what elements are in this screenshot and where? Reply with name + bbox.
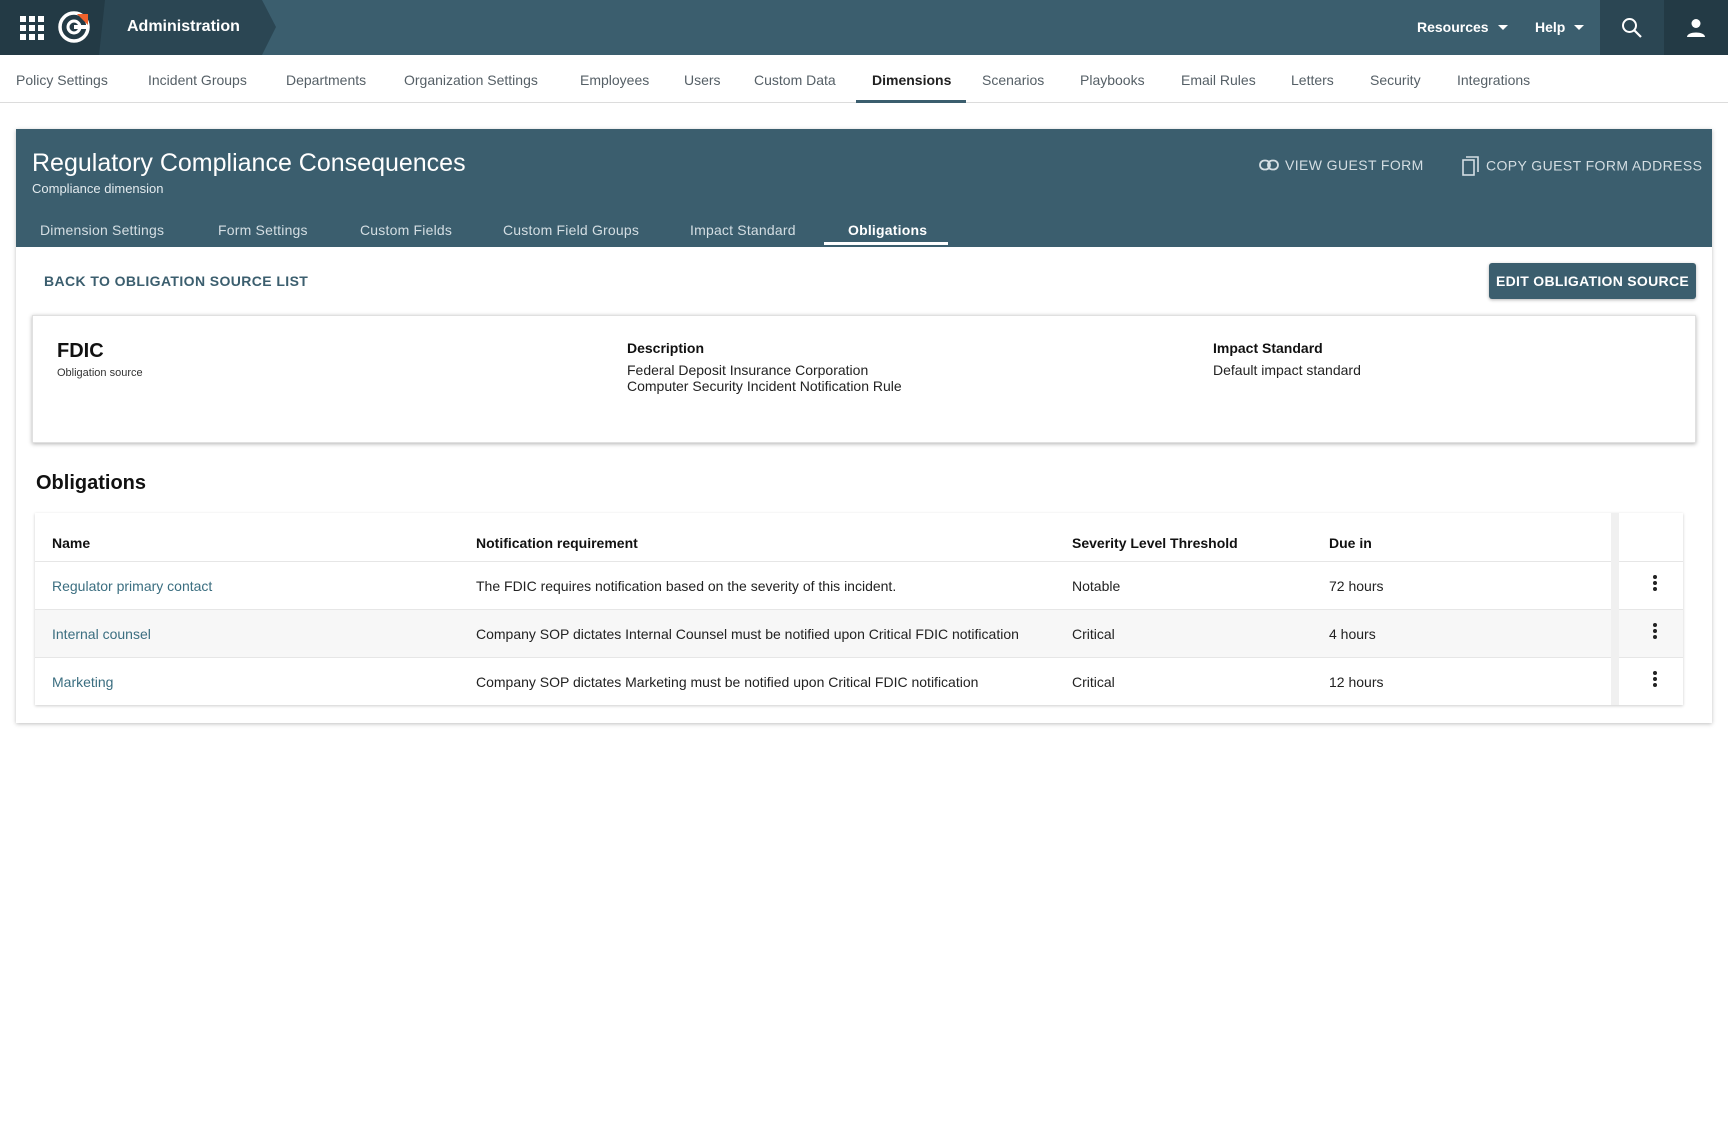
person-icon	[1687, 19, 1705, 37]
impact-standard-label: Impact Standard	[1213, 340, 1323, 356]
source-type: Obligation source	[57, 367, 143, 379]
help-menu[interactable]: Help	[1535, 19, 1585, 35]
view-guest-form-label: VIEW GUEST FORM	[1285, 157, 1424, 173]
company-logo-icon[interactable]	[57, 10, 91, 44]
admin-nav: Policy Settings Incident Groups Departme…	[0, 55, 1728, 103]
tab-impact-standard[interactable]: Impact Standard	[690, 222, 796, 238]
source-name: FDIC	[57, 340, 104, 362]
nav-policy-settings[interactable]: Policy Settings	[16, 72, 108, 88]
chevron-down-icon	[1574, 24, 1585, 30]
more-vert-icon[interactable]	[1643, 621, 1667, 645]
due-in: 4 hours	[1329, 626, 1376, 642]
nav-incident-groups[interactable]: Incident Groups	[148, 72, 247, 88]
help-menu-label: Help	[1535, 19, 1566, 35]
tab-form-settings[interactable]: Form Settings	[218, 222, 308, 238]
description-label: Description	[627, 340, 705, 356]
table-row: Marketing Company SOP dictates Marketing…	[35, 657, 1683, 705]
app-title: Administration	[127, 18, 240, 35]
nav-scenarios[interactable]: Scenarios	[982, 72, 1044, 88]
description-line-1: Federal Deposit Insurance Corporation	[627, 362, 869, 378]
column-header-name: Name	[52, 535, 91, 551]
obligation-source-card: FDIC Obligation source Description Feder…	[32, 315, 1696, 443]
chevron-down-icon	[1497, 24, 1508, 30]
notification-requirement: Company SOP dictates Marketing must be n…	[476, 674, 979, 690]
tab-custom-fields[interactable]: Custom Fields	[360, 222, 452, 238]
obligation-name-link[interactable]: Internal counsel	[52, 626, 151, 642]
table-row: Internal counsel Company SOP dictates In…	[35, 609, 1683, 657]
more-vert-icon[interactable]	[1643, 669, 1667, 693]
resources-menu[interactable]: Resources	[1417, 19, 1508, 35]
copy-guest-form-address-label: COPY GUEST FORM ADDRESS	[1486, 157, 1703, 174]
edit-obligation-source-button[interactable]: EDIT OBLIGATION SOURCE	[1489, 263, 1696, 299]
tab-dimension-settings[interactable]: Dimension Settings	[40, 222, 164, 238]
notification-requirement: Company SOP dictates Internal Counsel mu…	[476, 626, 1019, 642]
view-guest-form-link[interactable]: VIEW GUEST FORM	[1259, 157, 1424, 173]
description-value: Federal Deposit Insurance Corporation Co…	[627, 362, 902, 394]
copy-guest-form-address-link[interactable]: COPY GUEST FORM ADDRESS	[1462, 156, 1703, 177]
active-nav-underline	[856, 100, 966, 103]
search-icon	[1622, 18, 1642, 38]
tab-obligations[interactable]: Obligations	[848, 222, 927, 238]
severity-threshold: Critical	[1072, 674, 1115, 690]
user-profile-button[interactable]	[1664, 0, 1728, 55]
obligations-table: Name Notification requirement Severity L…	[35, 513, 1683, 705]
nav-email-rules[interactable]: Email Rules	[1181, 72, 1256, 88]
actions-column-separator	[1611, 513, 1619, 705]
active-tab-underline	[824, 242, 948, 245]
back-to-obligation-source-list-link[interactable]: BACK TO OBLIGATION SOURCE LIST	[44, 273, 308, 289]
description-line-2: Computer Security Incident Notification …	[627, 378, 902, 394]
dimension-header: Regulatory Compliance Consequences Compl…	[16, 129, 1712, 247]
nav-organization-settings[interactable]: Organization Settings	[404, 72, 538, 88]
nav-security[interactable]: Security	[1370, 72, 1421, 88]
table-row: Regulator primary contact The FDIC requi…	[35, 561, 1683, 609]
obligation-name-link[interactable]: Regulator primary contact	[52, 578, 212, 594]
search-button[interactable]	[1600, 0, 1664, 55]
dimension-subtitle: Compliance dimension	[32, 181, 164, 196]
column-header-severity-level-threshold: Severity Level Threshold	[1072, 535, 1238, 551]
link-icon	[1259, 159, 1279, 171]
obligation-name-link[interactable]: Marketing	[52, 674, 113, 690]
more-vert-icon[interactable]	[1643, 573, 1667, 597]
dimension-panel: Regulatory Compliance Consequences Compl…	[16, 129, 1712, 723]
nav-dimensions[interactable]: Dimensions	[872, 72, 951, 88]
column-header-notification-requirement: Notification requirement	[476, 535, 638, 551]
nav-departments[interactable]: Departments	[286, 72, 366, 88]
obligations-heading: Obligations	[36, 472, 146, 494]
impact-standard-value: Default impact standard	[1213, 362, 1361, 378]
due-in: 12 hours	[1329, 674, 1384, 690]
nav-playbooks[interactable]: Playbooks	[1080, 72, 1145, 88]
column-header-due-in: Due in	[1329, 535, 1372, 551]
apps-grid-icon[interactable]	[20, 16, 44, 40]
copy-icon	[1462, 156, 1479, 176]
nav-integrations[interactable]: Integrations	[1457, 72, 1530, 88]
severity-threshold: Critical	[1072, 626, 1115, 642]
dimension-title: Regulatory Compliance Consequences	[32, 149, 466, 177]
nav-users[interactable]: Users	[684, 72, 721, 88]
nav-letters[interactable]: Letters	[1291, 72, 1334, 88]
notification-requirement: The FDIC requires notification based on …	[476, 578, 897, 594]
due-in: 72 hours	[1329, 578, 1384, 594]
tab-custom-field-groups[interactable]: Custom Field Groups	[503, 222, 639, 238]
severity-threshold: Notable	[1072, 578, 1121, 594]
nav-custom-data[interactable]: Custom Data	[754, 72, 836, 88]
nav-employees[interactable]: Employees	[580, 72, 649, 88]
top-bar: Administration Resources Help	[0, 0, 1728, 55]
resources-menu-label: Resources	[1417, 19, 1489, 35]
